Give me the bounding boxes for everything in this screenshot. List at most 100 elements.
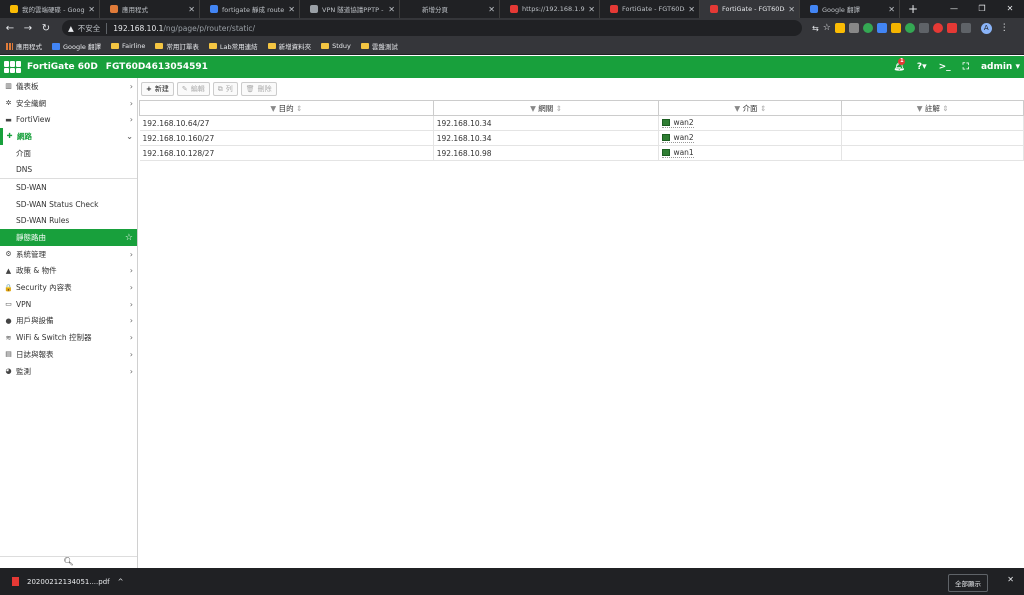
bookmark-item[interactable]: Stduy (321, 42, 351, 50)
bookmark-star-icon[interactable]: ☆ (823, 23, 831, 33)
bookmark-item[interactable]: 常用訂單表 (155, 41, 199, 51)
sidebar-item-lock[interactable]: 🔒 Security 內容表 › (0, 279, 137, 296)
close-icon[interactable]: ✕ (1007, 575, 1014, 584)
browser-tab[interactable]: FortiGate - FGT60D4 ✕ (700, 0, 800, 18)
tab-close-icon[interactable]: ✕ (788, 5, 795, 14)
ext-icon-5[interactable] (890, 23, 901, 33)
forward-icon[interactable]: → (20, 23, 36, 34)
sort-icon[interactable]: ⇕ (294, 104, 302, 113)
tab-close-icon[interactable]: ✕ (588, 5, 595, 14)
browser-tab[interactable]: VPN 隧道協議PPTP - ✕ (300, 0, 400, 18)
sidebar-subitem[interactable]: SD-WAN Rules (0, 213, 137, 230)
sidebar-item-dashboard[interactable]: ▥ 儀表板 › (0, 78, 137, 95)
clone-button[interactable]: ⧉ 列 (212, 82, 238, 96)
sidebar-item-wifi[interactable]: ≋ WiFi & Switch 控制器 › (0, 329, 137, 346)
menu-icon[interactable]: ⋮ (1000, 23, 1009, 33)
browser-tab[interactable]: 我的雲端硬碟 - Goog ✕ (0, 0, 100, 18)
bell-icon[interactable]: 🔔︎ 1 (893, 58, 906, 72)
show-all-button[interactable]: 全部顯示 (948, 574, 988, 592)
sidebar-item-fabric[interactable]: ✲ 安全織網 › (0, 95, 137, 112)
ext-icon-4[interactable] (876, 23, 887, 33)
new-button[interactable]: + 新建 (141, 82, 174, 96)
bookmark-item[interactable]: 新增資料夾 (267, 41, 311, 51)
drive-ext-icon[interactable] (834, 23, 845, 33)
bookmark-item[interactable]: 應用程式 (6, 41, 42, 51)
bookmark-item[interactable]: Google 翻譯 (52, 41, 101, 51)
close-window-icon[interactable]: ✕ (996, 0, 1024, 18)
sidebar-subitem[interactable]: 介面 (0, 145, 137, 162)
browser-tab[interactable]: fortigate 靜成 route ✕ (200, 0, 300, 18)
sidebar-item-user[interactable]: ● 用戶與設備 › (0, 313, 137, 330)
column-header[interactable]: ▼ 註解 ⇕ (841, 100, 1024, 116)
ext-icon-9[interactable] (946, 23, 957, 33)
ext-icon-3[interactable] (862, 23, 873, 33)
filter-icon[interactable]: ▼ (270, 104, 278, 113)
filter-icon[interactable]: ▼ (917, 104, 925, 113)
tab-close-icon[interactable]: ✕ (388, 5, 395, 14)
maximize-icon[interactable]: ❐ (968, 0, 996, 18)
user-menu[interactable]: admin ▾ (981, 62, 1020, 72)
help-icon[interactable]: ?▾ (917, 62, 927, 72)
favorite-star-icon[interactable]: ☆ (125, 233, 133, 243)
tab-close-icon[interactable]: ✕ (688, 5, 695, 14)
download-file-name[interactable]: 20200212134051....pdf (27, 578, 110, 586)
cli-console-icon[interactable]: >_ (939, 62, 951, 72)
interface-label: wan1 (673, 148, 694, 157)
bookmark-item[interactable]: 雲盤測試 (360, 41, 398, 51)
sidebar-item-network[interactable]: ✚ 網路 ⌄ (0, 128, 137, 145)
minimize-icon[interactable]: — (940, 0, 968, 18)
sidebar-item-log[interactable]: ▤ 日誌與報表 › (0, 346, 137, 363)
sidebar-item-gear[interactable]: ⚙ 系統管理 › (0, 246, 137, 263)
interface-link[interactable]: wan2 (662, 118, 694, 128)
table-row[interactable]: 192.168.10.64/27 192.168.10.34 wan2 (139, 115, 1024, 131)
delete-button[interactable]: 🗑︎ 刪除 (240, 82, 277, 96)
tab-close-icon[interactable]: ✕ (288, 5, 295, 14)
sort-icon[interactable]: ⇕ (940, 104, 948, 113)
tab-close-icon[interactable]: ✕ (488, 5, 495, 14)
new-tab-button[interactable]: + (908, 2, 918, 16)
bookmark-item[interactable]: Lab常用連結 (208, 41, 258, 51)
reload-icon[interactable]: ↻ (38, 23, 54, 34)
table-row[interactable]: 192.168.10.160/27 192.168.10.34 wan2 (139, 130, 1024, 146)
tab-close-icon[interactable]: ✕ (888, 5, 895, 14)
chevron-up-icon[interactable]: ^ (118, 578, 124, 586)
sort-icon[interactable]: ⇕ (553, 104, 562, 113)
tab-close-icon[interactable]: ✕ (88, 5, 95, 14)
sidebar-item-policy[interactable]: ▲ 政策 & 物件 › (0, 263, 137, 280)
column-header[interactable]: ▼ 介面 ⇕ (658, 100, 843, 116)
sidebar-item-static-route[interactable]: 靜態路由 ☆ (0, 229, 137, 246)
sidebar-item-monitor-chart[interactable]: ◕ 監測 › (0, 363, 137, 380)
sidebar-item-fortiview[interactable]: ▬ FortiView › (0, 111, 137, 128)
bookmark-item[interactable]: Fairline (111, 42, 145, 50)
translate-icon[interactable]: ⇆ (812, 24, 819, 33)
interface-link[interactable]: wan1 (662, 148, 694, 158)
tab-close-icon[interactable]: ✕ (188, 5, 195, 14)
sidebar-subitem[interactable]: SD-WAN Status Check (0, 196, 137, 213)
clone-button-label: 列 (225, 85, 233, 93)
browser-tab[interactable]: Google 翻譯 ✕ (800, 0, 900, 18)
sidebar-subitem[interactable]: SD-WAN (0, 179, 137, 196)
column-header[interactable]: ▼ 網關 ⇕ (432, 100, 660, 116)
table-row[interactable]: 192.168.10.128/27 192.168.10.98 wan1 (139, 145, 1024, 161)
filter-icon[interactable]: ▼ (734, 104, 742, 113)
ext-icon-10[interactable] (960, 23, 971, 33)
edit-button[interactable]: ✎ 編輯 (176, 82, 210, 96)
ext-icon-6[interactable] (904, 23, 915, 33)
sidebar-subitem[interactable]: DNS (0, 161, 137, 178)
url-input[interactable]: ▲ 不安全 192.168.10.1/ng/page/p/router/stat… (62, 20, 802, 36)
sidebar-item-monitor[interactable]: ▭ VPN › (0, 296, 137, 313)
browser-tab[interactable]: FortiGate - FGT60D4 ✕ (600, 0, 700, 18)
search-icon[interactable]: 🔍︎ (0, 556, 137, 568)
interface-link[interactable]: wan2 (662, 133, 694, 143)
column-header[interactable]: ▼ 目的 ⇕ (139, 100, 434, 116)
browser-tab[interactable]: 新增分頁 ✕ (400, 0, 500, 18)
fullscreen-icon[interactable]: ⛶ (963, 62, 969, 72)
ext-icon-7[interactable] (918, 23, 929, 33)
browser-tab[interactable]: 應用程式 ✕ (100, 0, 200, 18)
browser-tab[interactable]: https://192.168.1.99 ✕ (500, 0, 600, 18)
ext-icon-2[interactable] (848, 23, 859, 33)
sort-icon[interactable]: ⇕ (758, 104, 766, 113)
avatar[interactable]: A (980, 22, 992, 34)
back-icon[interactable]: ← (2, 23, 18, 34)
ext-icon-8[interactable] (932, 23, 943, 33)
